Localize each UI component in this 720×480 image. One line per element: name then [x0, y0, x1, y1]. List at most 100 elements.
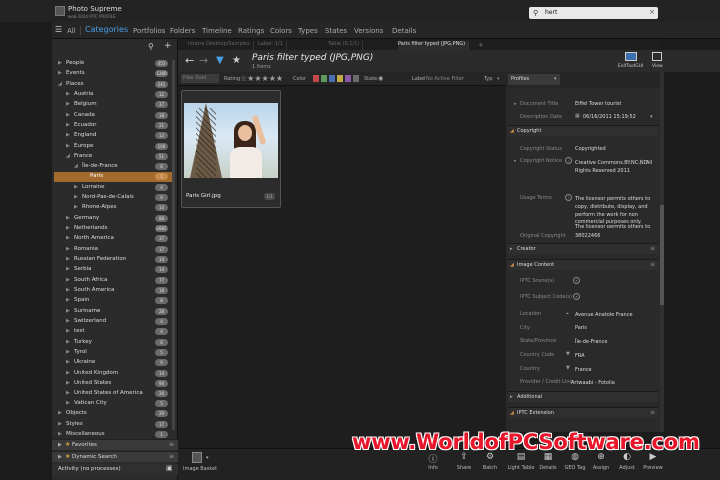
country-value[interactable]: France [575, 367, 592, 373]
nav-tab-folders[interactable]: Folders [170, 27, 195, 35]
clear-search-icon[interactable]: × [649, 8, 655, 16]
expand-arrow-icon[interactable]: ▶ [74, 204, 78, 210]
section-menu-icon[interactable]: ≡ [650, 409, 655, 416]
expand-arrow-icon[interactable]: ▶ [66, 380, 70, 386]
exiftool-icon[interactable] [625, 52, 637, 61]
section-menu-icon[interactable]: ≡ [650, 245, 655, 252]
sidebar-item[interactable]: ▶ England 12 [54, 131, 172, 141]
nav-tab-ratings[interactable]: Ratings [238, 27, 264, 35]
expand-arrow-icon[interactable]: ▶ [66, 225, 70, 231]
sidebar-item[interactable]: ◢ Île-de-France 8 [54, 162, 172, 172]
usage-terms-line-2[interactable]: copy, distribute, display, and [575, 204, 648, 210]
back-arrow-icon[interactable]: ← [185, 54, 194, 67]
forward-arrow-icon[interactable]: → [199, 54, 208, 67]
chevron-down-icon[interactable]: ▾ [497, 76, 500, 82]
nav-tab-versions[interactable]: Versions [354, 27, 383, 35]
doc-tab[interactable]: Imatra Desktop/Samples [188, 41, 254, 50]
expand-arrow-icon[interactable]: ▶ [66, 349, 70, 355]
sidebar-item[interactable]: ▶ Rhone-Alpes 14 [54, 203, 172, 213]
sidebar-item[interactable]: ▶ Austria 12 [54, 90, 172, 100]
share-button[interactable]: ⇪ Share [453, 452, 475, 471]
filter-funnel-icon[interactable]: ▼ [566, 365, 570, 371]
chevron-down-icon[interactable]: ▾ [554, 76, 557, 82]
nav-tab-categories[interactable]: Categories [85, 25, 128, 34]
sidebar-item[interactable]: ▶ Events 1260 [54, 69, 172, 79]
nav-tab-colors[interactable]: Colors [270, 27, 292, 35]
rating-stars[interactable]: ☆★★★★★ [240, 74, 283, 83]
expand-arrow-icon[interactable]: ▶ [66, 132, 70, 138]
info-button[interactable]: ⓘ Info [422, 452, 444, 471]
sidebar-item[interactable]: ▶ United States 94 [54, 379, 172, 389]
chevron-down-icon[interactable]: ▾ [650, 114, 653, 120]
sidebar-item[interactable]: ▶ Nord-Pas-de-Calais 9 [54, 193, 172, 203]
sidebar-item[interactable]: ▶ Russian Federation 14 [54, 255, 172, 265]
info-icon[interactable]: ⓘ [638, 159, 643, 166]
favorite-star-icon[interactable]: ★ [232, 55, 241, 66]
expand-arrow-icon[interactable]: ▶ [66, 297, 70, 303]
expand-arrow-icon[interactable]: ▶ [66, 112, 70, 118]
sidebar-item[interactable]: ▶ Styles 17 [54, 420, 172, 430]
nav-tab-details[interactable]: Details [392, 27, 416, 35]
expand-arrow-icon[interactable]: ▶ [66, 400, 70, 406]
expand-arrow-icon[interactable]: ▶ [66, 235, 70, 241]
sidebar-item[interactable]: Paris 1 [54, 172, 172, 182]
filter-field-select[interactable]: Filter Field [181, 74, 219, 83]
expand-arrow-icon[interactable]: ▶ [66, 339, 70, 345]
details-button[interactable]: ▦ Details [537, 452, 559, 471]
original-copyright-value[interactable]: 38022466 [575, 233, 600, 239]
expand-arrow-icon[interactable]: ▶ [66, 91, 70, 97]
info-icon[interactable]: i [565, 157, 572, 164]
add-icon[interactable]: + [573, 293, 580, 300]
expand-arrow-icon[interactable]: ▶ [66, 390, 70, 396]
expand-arrow-icon[interactable]: ▶ [66, 215, 70, 221]
creator-section[interactable]: ▸ Creator ≡ [508, 243, 658, 254]
sidebar-item[interactable]: ▶ Vatican City 5 [54, 399, 172, 409]
expand-arrow-icon[interactable]: ▶ [66, 328, 70, 334]
expand-arrow-icon[interactable]: ▶ [74, 184, 78, 190]
sidebar-item[interactable]: ▶ Tyrol 5 [54, 348, 172, 358]
dynamic-search-panel-bar[interactable]: ▶ ★ Dynamic Search ≡ [52, 451, 178, 462]
adjust-button[interactable]: ◐ Adjust [616, 452, 638, 471]
panel-menu-icon[interactable]: ≡ [169, 453, 174, 460]
color-swatch[interactable] [345, 75, 351, 82]
expand-arrow-icon[interactable]: ▶ [66, 308, 70, 314]
sidebar-item[interactable]: ◢ Places 241 [54, 80, 172, 90]
label-filter-value[interactable]: No Active Filter [426, 76, 464, 82]
expand-arrow-icon[interactable]: ▶ [74, 194, 78, 200]
image-basket-icon[interactable] [192, 452, 202, 463]
sidebar-item[interactable]: ▶ Turkey 8 [54, 338, 172, 348]
expand-arrow-icon[interactable]: ▶ [66, 318, 70, 324]
expand-arrow-icon[interactable]: ◢ [58, 81, 62, 87]
sidebar-item[interactable]: ▶ Ukraine 9 [54, 358, 172, 368]
add-category-icon[interactable]: + [164, 41, 172, 51]
provider-value[interactable]: Artwaabi - Fotolia [571, 380, 615, 386]
expand-arrow-icon[interactable]: ▶ [66, 256, 70, 262]
sidebar-item[interactable]: ▶ United Kingdom 14 [54, 369, 172, 379]
sidebar-item[interactable]: ▶ North America 37 [54, 234, 172, 244]
activity-icon[interactable]: ▣ [166, 464, 173, 472]
exiftool-label[interactable]: ExifToolGUI [618, 64, 643, 69]
panel-menu-icon[interactable]: ≡ [169, 441, 174, 448]
doc-tab[interactable]: Table (0,1/1) [328, 41, 364, 50]
preview-button[interactable]: ▶ Preview [642, 452, 664, 471]
filter-funnel-icon[interactable]: ▼ [566, 351, 570, 357]
doc-tab-active[interactable]: Paris filter typed (JPG,PNG) [398, 41, 470, 50]
image-content-section[interactable]: ◢ Image Content ≡ [508, 259, 658, 270]
view-label[interactable]: View [652, 64, 663, 69]
doc-tab[interactable]: Label: 1/1 [258, 41, 287, 50]
sidebar-item[interactable]: ◢ France 51 [54, 152, 172, 162]
sidebar-item[interactable]: ▶ Germany 88 [54, 214, 172, 224]
sidebar-item[interactable]: ▶ United States of America 20 [54, 389, 172, 399]
filter-icon[interactable]: ▼ [216, 55, 224, 66]
color-swatch[interactable] [329, 75, 335, 82]
favorites-panel-bar[interactable]: ▶ ★ Favorites ≡ [52, 439, 178, 450]
iptc-extension-section[interactable]: ◢ IPTC Extension ≡ [508, 407, 658, 418]
profile-select[interactable]: Profiles [508, 74, 560, 85]
copyright-status-value[interactable]: Copyrighted [575, 146, 606, 152]
sidebar-item[interactable]: ▶ South America 18 [54, 286, 172, 296]
expand-arrow-icon[interactable]: ▶ [66, 101, 70, 107]
expand-arrow-icon[interactable]: ◢ [66, 153, 70, 159]
sidebar-item[interactable]: ▶ Objects 29 [54, 409, 172, 419]
expand-arrow-icon[interactable]: ▸ [514, 101, 517, 107]
geo-tag-button[interactable]: ◍ GEO Tag [562, 452, 588, 471]
